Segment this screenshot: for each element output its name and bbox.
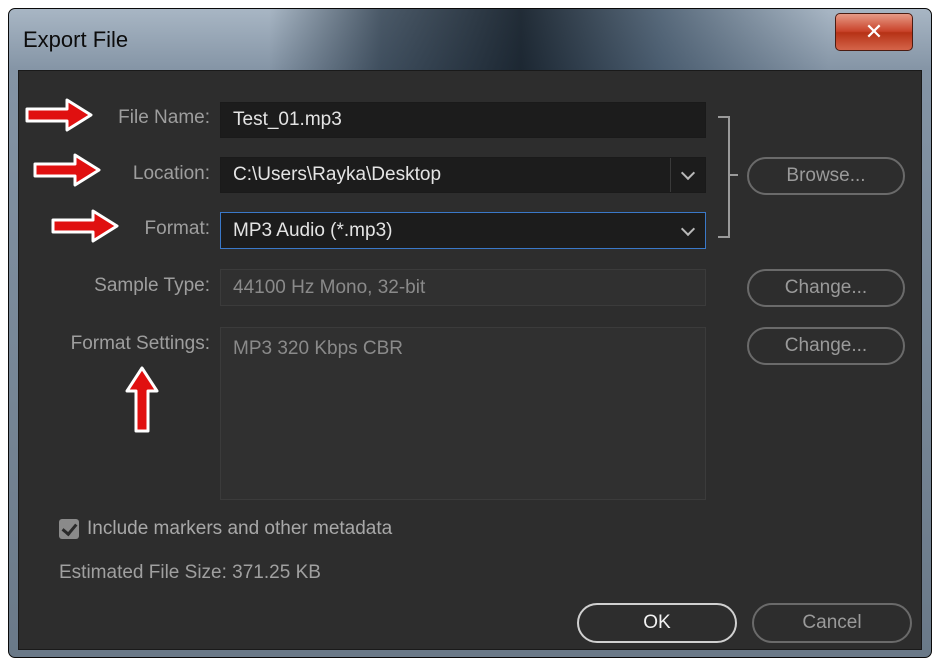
browse-button[interactable]: Browse... bbox=[747, 157, 905, 195]
field-group-bracket bbox=[718, 116, 730, 238]
file-name-label: File Name: bbox=[118, 107, 210, 128]
location-dropdown-button[interactable] bbox=[670, 158, 705, 192]
close-icon: ✕ bbox=[864, 19, 884, 44]
dialog-body: File Name: Test_01.mp3 Location: C:\User… bbox=[18, 70, 922, 650]
red-arrow-icon bbox=[25, 98, 93, 132]
sample-type-label: Sample Type: bbox=[94, 275, 210, 296]
sample-type-value: 44100 Hz Mono, 32-bit bbox=[233, 276, 426, 298]
titlebar-background bbox=[269, 9, 829, 71]
estimated-file-size: Estimated File Size: 371.25 KB bbox=[59, 562, 321, 583]
include-markers-label: Include markers and other metadata bbox=[87, 518, 393, 539]
location-value: C:\Users\Rayka\Desktop bbox=[233, 164, 442, 185]
format-dropdown-button[interactable] bbox=[671, 213, 705, 248]
dialog-title: Export File bbox=[23, 27, 129, 52]
format-settings-label: Format Settings: bbox=[70, 333, 210, 354]
format-settings-field: MP3 320 Kbps CBR bbox=[220, 327, 706, 500]
location-label: Location: bbox=[132, 163, 210, 184]
checkmark-icon bbox=[61, 519, 77, 536]
field-group-bracket-tick bbox=[728, 174, 738, 176]
include-markers-checkbox[interactable] bbox=[59, 519, 79, 539]
file-name-value: Test_01.mp3 bbox=[233, 109, 342, 130]
export-file-dialog: Export File ✕ File Name: Test_01.mp3 Loc… bbox=[8, 8, 932, 658]
file-name-input[interactable]: Test_01.mp3 bbox=[220, 102, 706, 138]
cancel-button[interactable]: Cancel bbox=[752, 603, 912, 643]
red-arrow-icon bbox=[51, 209, 119, 243]
format-value: MP3 Audio (*.mp3) bbox=[233, 219, 393, 241]
format-label: Format: bbox=[144, 218, 210, 239]
format-dropdown[interactable]: MP3 Audio (*.mp3) bbox=[220, 212, 706, 249]
format-settings-value: MP3 320 Kbps CBR bbox=[233, 338, 404, 359]
change-format-settings-button[interactable]: Change... bbox=[747, 327, 905, 365]
ok-button[interactable]: OK bbox=[577, 603, 737, 643]
change-sample-type-button[interactable]: Change... bbox=[747, 269, 905, 307]
close-button[interactable]: ✕ bbox=[835, 13, 913, 51]
location-dropdown[interactable]: C:\Users\Rayka\Desktop bbox=[220, 157, 706, 193]
red-arrow-icon bbox=[125, 366, 159, 433]
chevron-down-icon bbox=[680, 165, 696, 181]
chevron-down-icon bbox=[680, 221, 696, 236]
red-arrow-icon bbox=[33, 153, 101, 187]
sample-type-field: 44100 Hz Mono, 32-bit bbox=[220, 269, 706, 306]
